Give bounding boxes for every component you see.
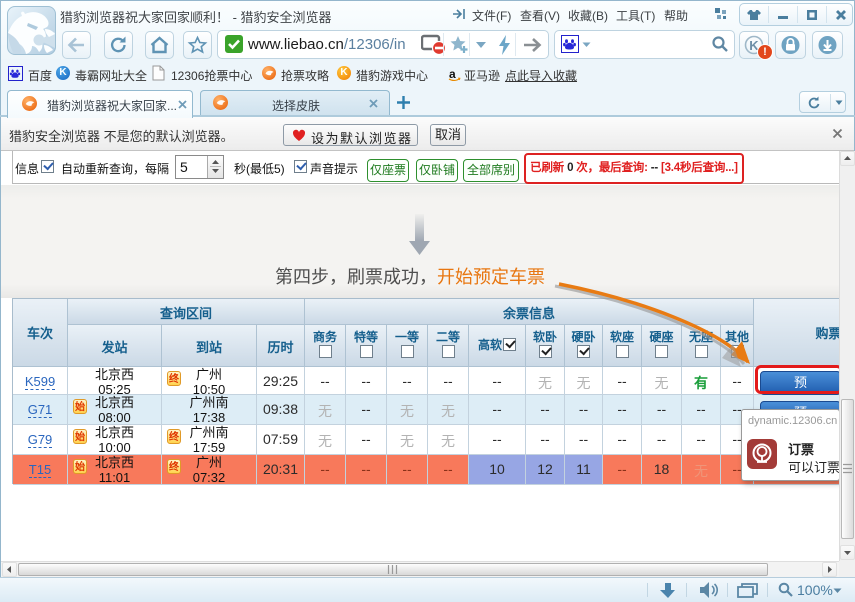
svg-text:a: a: [449, 67, 456, 81]
